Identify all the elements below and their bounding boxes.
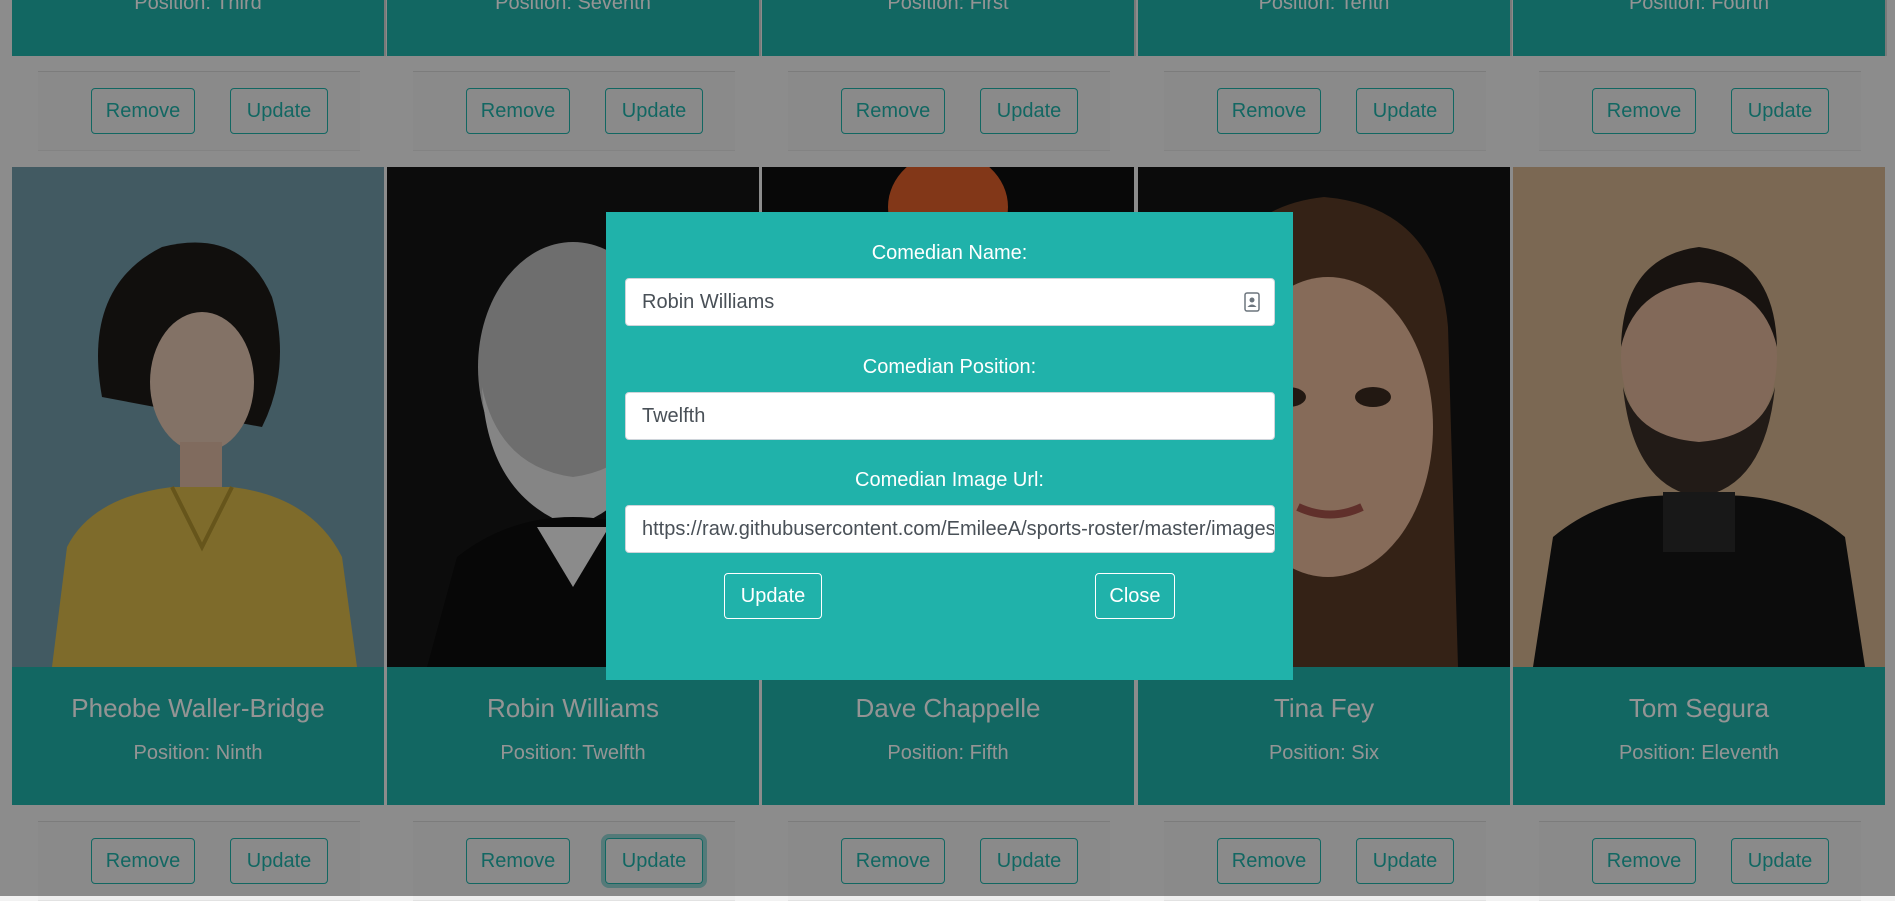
position-label: Comedian Position: xyxy=(862,356,1037,378)
modal-update-button[interactable]: Update xyxy=(724,573,822,619)
modal-close-button[interactable]: Close xyxy=(1095,573,1175,619)
position-input[interactable]: Twelfth xyxy=(625,392,1275,440)
image-url-label: Comedian Image Url: xyxy=(855,469,1044,491)
name-input-value: Robin Williams xyxy=(642,290,775,313)
position-input-value: Twelfth xyxy=(642,404,706,427)
update-comedian-modal: Comedian Name: Robin Williams Comedian P… xyxy=(606,212,1293,680)
image-url-input[interactable]: https://raw.githubusercontent.com/Emilee… xyxy=(625,505,1275,553)
name-label: Comedian Name: xyxy=(871,242,1028,264)
contact-card-icon[interactable] xyxy=(1244,292,1260,312)
name-input[interactable]: Robin Williams xyxy=(625,278,1275,326)
image-url-input-value: https://raw.githubusercontent.com/Emilee… xyxy=(642,517,1275,540)
